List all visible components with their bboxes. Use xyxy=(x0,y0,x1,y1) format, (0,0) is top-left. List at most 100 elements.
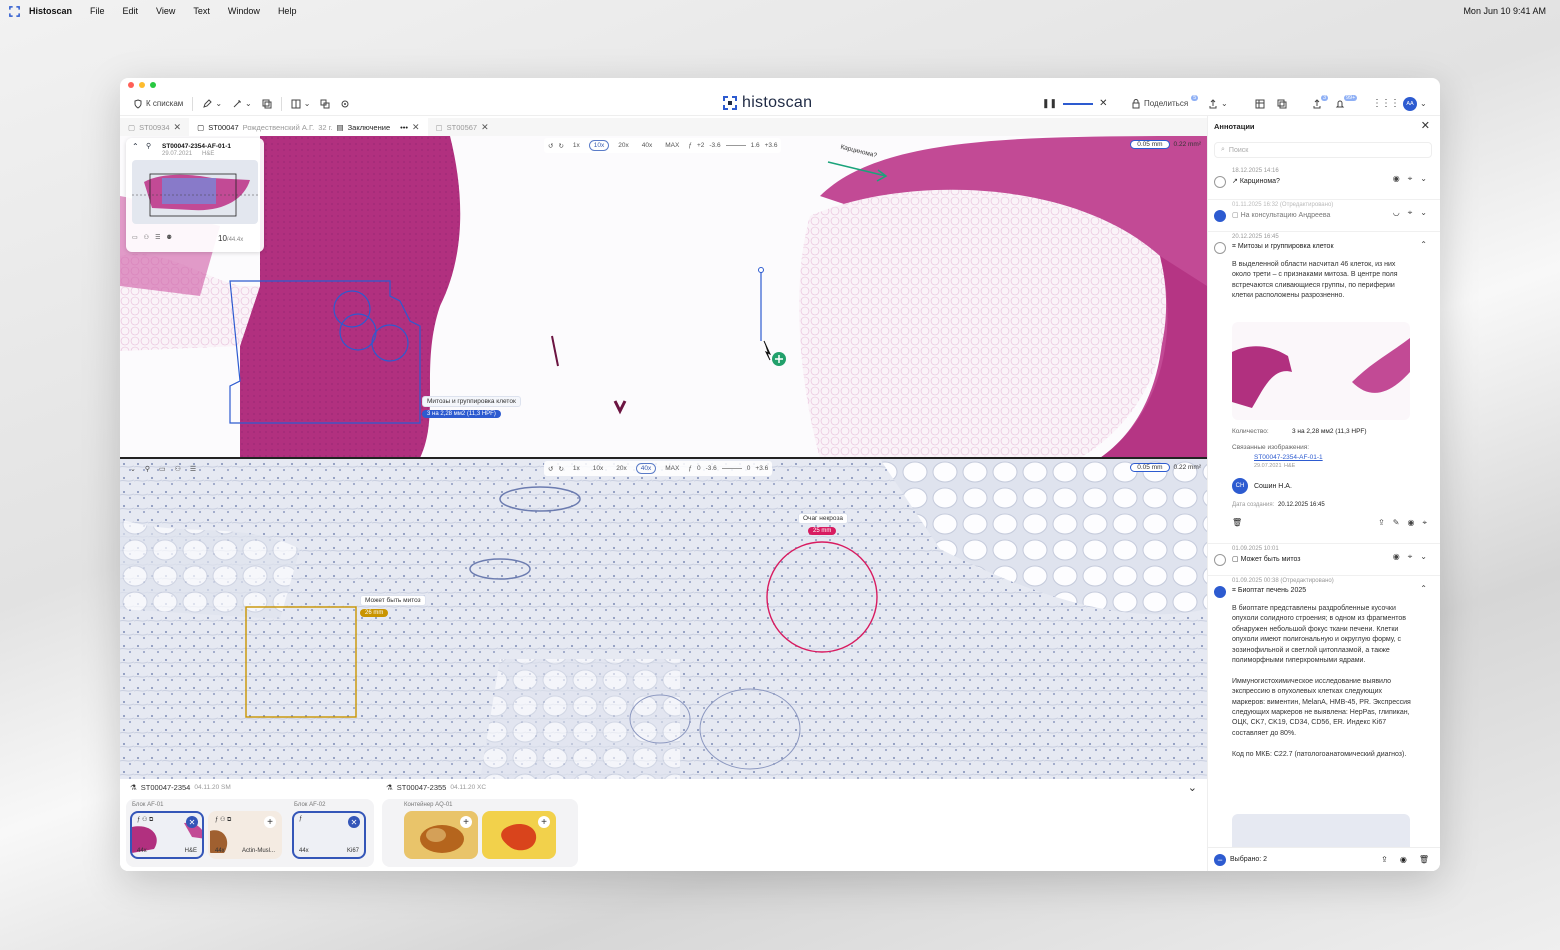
menu-edit[interactable]: Edit xyxy=(123,6,139,16)
share-icon[interactable]: ⇪ xyxy=(1381,855,1388,864)
zoom-10x-button[interactable]: 10x xyxy=(589,464,607,473)
annotation-checkbox[interactable] xyxy=(1214,586,1226,598)
annotation-checkbox[interactable] xyxy=(1214,242,1226,254)
slide-thumb-ki67[interactable]: ƒ ✕ 44x Ki67 xyxy=(292,811,366,859)
zoom-20x-button[interactable]: 20x xyxy=(614,141,632,150)
eye-off-icon[interactable]: ◡ xyxy=(1393,208,1400,218)
close-tab-icon[interactable]: ✕ xyxy=(412,122,420,133)
menu-file[interactable]: File xyxy=(90,6,105,16)
eye-icon[interactable]: ◉ xyxy=(1393,174,1400,184)
remove-slide-icon[interactable]: ✕ xyxy=(348,816,360,828)
zoom-10x-button[interactable]: 10x xyxy=(588,140,610,151)
annotation-item-expanded[interactable]: 01.09.2025 00:38 (Отредактировано) ⌗ Био… xyxy=(1208,576,1440,847)
menubar-app-name[interactable]: Histoscan xyxy=(29,6,72,16)
draw-tool-button[interactable]: ⌄ xyxy=(197,96,227,112)
zoom-20x-button[interactable]: 20x xyxy=(612,464,630,473)
export-button[interactable]: ⌄ xyxy=(1203,96,1233,112)
annotation-preview-image[interactable] xyxy=(1232,814,1410,847)
target-icon[interactable]: ⌖ xyxy=(1408,552,1413,562)
chevron-up-icon[interactable]: ⌃ xyxy=(1420,584,1427,593)
sliders-icon[interactable]: ☰ xyxy=(190,465,196,473)
mitoz-annotation-label[interactable]: Может быть митоз xyxy=(360,595,426,606)
playback-slider[interactable] xyxy=(1063,102,1094,105)
focus-icon[interactable]: ƒ xyxy=(688,465,692,472)
pin-icon[interactable]: ⚲ xyxy=(145,465,150,473)
layout-button[interactable]: ⌄ xyxy=(286,96,316,112)
add-slide-icon[interactable]: + xyxy=(460,816,472,828)
collapse-strip-icon[interactable]: ⌄ xyxy=(1188,781,1197,794)
annotation-checkbox[interactable] xyxy=(1214,210,1226,222)
pause-icon[interactable]: ❚❚ xyxy=(1042,98,1057,109)
rotate-left-icon[interactable]: ↺ xyxy=(548,142,553,150)
annotation-item-expanded[interactable]: 20.12.2025 16:45 ⌗ Митозы и группировка … xyxy=(1208,232,1440,544)
close-tab-icon[interactable]: ✕ xyxy=(174,122,182,133)
deselect-all-icon[interactable]: − xyxy=(1214,853,1226,866)
user-menu-button[interactable]: АА ⌄ xyxy=(1398,96,1432,112)
annotation-item[interactable]: 01.11.2025 16:32 (Отредактировано) ▢ На … xyxy=(1208,200,1440,232)
share-icon[interactable]: ⇪ xyxy=(1378,518,1385,528)
chevron-down-icon[interactable]: ⌄ xyxy=(1420,552,1427,562)
menu-help[interactable]: Help xyxy=(278,6,297,16)
table-view-button[interactable] xyxy=(1250,96,1270,112)
rotate-left-icon[interactable]: ↺ xyxy=(548,465,553,473)
zoom-40x-button[interactable]: 40x xyxy=(635,463,657,474)
necrosis-annotation-label[interactable]: Очаг некроза xyxy=(798,513,849,524)
eye-icon[interactable]: ◉ xyxy=(1400,855,1407,864)
people-icon[interactable]: ⚇ xyxy=(175,465,181,473)
label-icon[interactable]: ▭ xyxy=(159,465,166,473)
close-window-button[interactable] xyxy=(128,82,134,88)
chevron-up-icon[interactable]: ⌃ xyxy=(1420,240,1427,249)
copy-tool-button[interactable] xyxy=(257,96,277,112)
minimap-thumbnail[interactable] xyxy=(132,160,258,224)
settings-button[interactable] xyxy=(335,96,355,112)
more-icon[interactable]: ••• xyxy=(400,123,408,132)
annotation-preview-image[interactable] xyxy=(1232,322,1410,420)
collapse-icon[interactable]: ⌃ xyxy=(132,142,139,151)
search-input[interactable]: ⌕ Поиск xyxy=(1214,142,1432,158)
target-icon[interactable]: ⌖ xyxy=(1408,174,1413,184)
close-icon[interactable]: ✕ xyxy=(1099,98,1107,109)
slide-thumb-he[interactable]: ƒ ⚇ ⧉ ✕ 44x H&E xyxy=(130,811,204,859)
slide-viewer-top[interactable]: Митозы и группировка клеток 3 на 2,28 мм… xyxy=(120,136,1207,458)
focus-slider[interactable] xyxy=(725,145,746,146)
notifications-button[interactable]: 99+ xyxy=(1330,94,1366,112)
annotation-item[interactable]: 18.12.2025 14:16 ↗ Карцинома? ◉ ⌖ ⌄ xyxy=(1208,166,1440,200)
zoom-window-button[interactable] xyxy=(150,82,156,88)
edit-icon[interactable]: ✎ xyxy=(1393,518,1400,528)
add-slide-icon[interactable]: + xyxy=(264,816,276,828)
rotate-right-icon[interactable]: ↻ xyxy=(558,465,563,473)
people-icon[interactable]: ⚇ xyxy=(144,234,149,241)
eye-icon[interactable]: ◉ xyxy=(1408,518,1415,528)
slide-thumb-actin[interactable]: ƒ ⚇ ⧉ + 44x Actin-Musl... xyxy=(208,811,282,859)
compare-button[interactable] xyxy=(315,96,335,112)
focus-icon[interactable]: ƒ xyxy=(688,142,692,149)
zoom-max-button[interactable]: MAX xyxy=(661,141,683,150)
tab-st00047[interactable]: ▢ ST00047 Рождественский А.Г. 32 г. ▤ Заключе… xyxy=(189,118,428,136)
target-icon[interactable]: ⌖ xyxy=(1422,518,1427,528)
label-icon[interactable]: ▭ xyxy=(132,234,138,241)
minimize-window-button[interactable] xyxy=(139,82,145,88)
annotation-item[interactable]: 01.09.2025 10:01 ▢ Может быть митоз ◉ ⌖ ⌄ xyxy=(1208,544,1440,576)
gallery-button[interactable] xyxy=(1272,96,1292,112)
tab-st00567[interactable]: ▢ ST00567 ✕ xyxy=(428,118,497,136)
menu-view[interactable]: View xyxy=(156,6,175,16)
trash-icon[interactable]: 🗑 xyxy=(1419,855,1429,864)
specimen-thumb-2[interactable]: + xyxy=(482,811,556,859)
zoom-40x-button[interactable]: 40x xyxy=(638,141,656,150)
chevron-down-icon[interactable]: ⌄ xyxy=(1420,208,1427,218)
annotation-checkbox[interactable] xyxy=(1214,176,1226,188)
pointer-tool-button[interactable]: ⌄ xyxy=(227,96,257,112)
add-slide-icon[interactable]: + xyxy=(538,816,550,828)
close-panel-icon[interactable]: ✕ xyxy=(1421,119,1430,132)
chevron-down-icon[interactable]: ⌄ xyxy=(130,465,136,473)
target-icon[interactable]: ⌖ xyxy=(1408,208,1413,218)
menu-text[interactable]: Text xyxy=(193,6,210,16)
chevron-down-icon[interactable]: ⌄ xyxy=(1420,174,1427,184)
linked-image-link[interactable]: ST00047-2354-AF-01-1 xyxy=(1254,454,1323,461)
pin-icon[interactable]: ⚲ xyxy=(146,142,151,150)
specimen-thumb-1[interactable]: + xyxy=(404,811,478,859)
rotate-right-icon[interactable]: ↻ xyxy=(558,142,563,150)
tab-st00934[interactable]: ▢ ST00934 ✕ xyxy=(120,118,189,136)
annotations-icon[interactable]: ⚉ xyxy=(166,234,171,241)
zoom-1x-button[interactable]: 1x xyxy=(569,464,584,473)
